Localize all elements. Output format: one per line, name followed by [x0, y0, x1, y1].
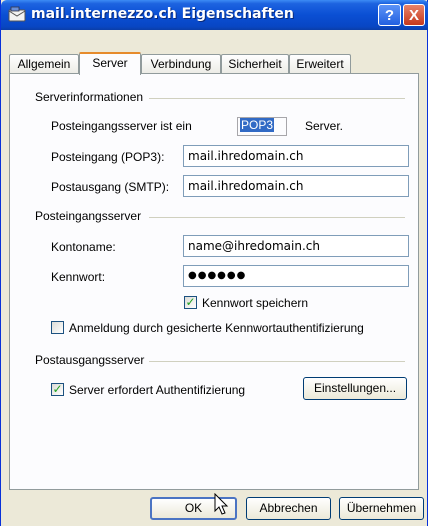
apply-button[interactable]: Übernehmen — [339, 497, 424, 520]
group-divider — [149, 217, 405, 218]
spa-checkbox[interactable] — [51, 321, 64, 334]
remember-password-checkbox[interactable]: ✓ — [184, 296, 197, 309]
password-field[interactable]: ●●●●●● — [183, 265, 409, 287]
tab-allgemein[interactable]: Allgemein — [9, 54, 79, 74]
serverinfo-group-label: Serverinformationen — [35, 90, 148, 104]
server-type-label: Posteingangsserver ist ein — [51, 119, 192, 133]
window-title: mail.internezzo.ch Eigenschaften — [31, 6, 294, 22]
title-bar[interactable]: mail.internezzo.ch Eigenschaften ? X — [1, 0, 428, 30]
server-type-suffix: Server. — [305, 119, 344, 133]
remember-password-label[interactable]: Kennwort speichern — [202, 296, 308, 310]
outgoing-server-label: Postausgang (SMTP): — [51, 180, 170, 194]
account-name-label: Kontoname: — [51, 240, 116, 254]
tab-erweitert[interactable]: Erweitert — [289, 54, 351, 74]
account-name-field[interactable]: name@ihredomain.ch — [183, 235, 409, 257]
tab-verbindung[interactable]: Verbindung — [141, 54, 221, 74]
settings-button[interactable]: Einstellungen... — [303, 377, 407, 400]
outgoing-group-label: Postausgangsserver — [35, 353, 149, 367]
server-auth-checkbox[interactable]: ✓ — [51, 383, 64, 396]
mail-account-icon — [8, 6, 26, 22]
outgoing-server-field[interactable]: mail.ihredomain.ch — [183, 175, 409, 197]
properties-dialog: mail.internezzo.ch Eigenschaften ? X All… — [0, 0, 428, 526]
tab-sicherheit[interactable]: Sicherheit — [221, 54, 289, 74]
incoming-server-field[interactable]: mail.ihredomain.ch — [183, 145, 409, 167]
server-type-value: POP3 — [237, 117, 287, 136]
group-divider — [149, 98, 405, 99]
tab-server[interactable]: Server — [79, 52, 141, 75]
password-label: Kennwort: — [51, 270, 106, 284]
spa-label[interactable]: Anmeldung durch gesicherte Kennwortauthe… — [69, 321, 364, 335]
help-button[interactable]: ? — [378, 4, 401, 26]
cancel-button[interactable]: Abbrechen — [246, 497, 331, 520]
incoming-server-label: Posteingang (POP3): — [51, 150, 165, 164]
mouse-pointer-icon — [214, 493, 229, 515]
group-divider — [149, 361, 405, 362]
server-type-text: POP3 — [240, 118, 275, 132]
close-button[interactable]: X — [403, 4, 425, 26]
server-auth-label[interactable]: Server erfordert Authentifizierung — [69, 383, 245, 397]
incoming-group-label: Posteingangsserver — [35, 209, 146, 223]
